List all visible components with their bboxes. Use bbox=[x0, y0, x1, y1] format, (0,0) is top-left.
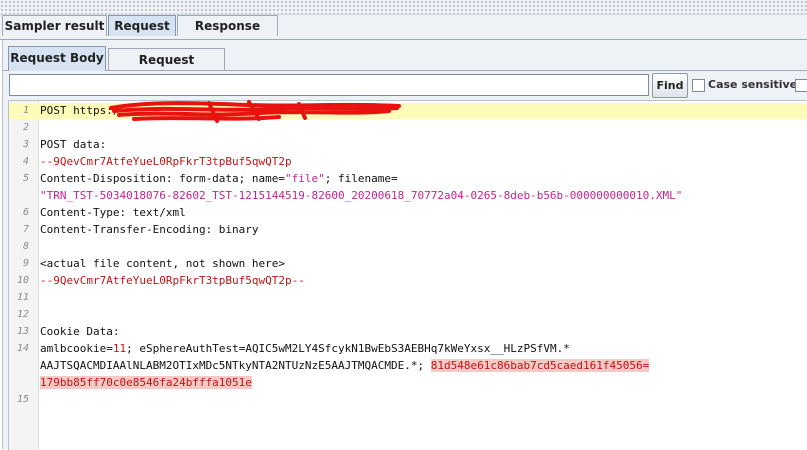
code-text: Content-Disposition: form-data; name="fi… bbox=[40, 171, 398, 187]
case-sensitive-label: Case sensitive bbox=[708, 78, 798, 91]
code-text: --9QevCmr7AtfeYueL0RpFkrT3tpBuf5qwQT2p bbox=[40, 154, 292, 170]
code-token: ; filename= bbox=[324, 172, 398, 185]
code-line: 12 bbox=[9, 307, 807, 323]
code-line: 2 bbox=[9, 120, 807, 136]
code-line: 1 POST https:/ bbox=[9, 100, 807, 123]
code-line: 7 Content-Transfer-Encoding: binary bbox=[9, 222, 807, 238]
code-token: Cookie Data: bbox=[40, 325, 120, 338]
code-text: AAJTSQACMDIAAlNLABM2OTIxMDc5NTkyNTA2NTUz… bbox=[40, 358, 650, 374]
code-token: POST data: bbox=[40, 138, 107, 151]
search-bar: Find Case sensitive bbox=[9, 73, 807, 99]
code-line: 5 Content-Disposition: form-data; name="f… bbox=[9, 171, 807, 187]
line-number: 4 bbox=[22, 156, 29, 167]
code-token: amlbcookie= bbox=[40, 342, 113, 355]
line-number: 8 bbox=[22, 241, 29, 252]
code-line: 15 bbox=[9, 392, 807, 408]
search-input[interactable] bbox=[9, 74, 649, 96]
code-text: Content-Type: text/xml bbox=[40, 205, 186, 221]
code-token: "TRN_TST-5034018076-82602_TST-1215144519… bbox=[40, 189, 683, 202]
code-text: amlbcookie=11; eSphereAuthTest=AQIC5wM2L… bbox=[40, 341, 570, 357]
code-line: "TRN_TST-5034018076-82602_TST-1215144519… bbox=[9, 188, 807, 204]
code-token: --9QevCmr7AtfeYueL0RpFkrT3tpBuf5qwQT2p-- bbox=[40, 274, 305, 287]
code-line: 9 <actual file content, not shown here> bbox=[9, 256, 807, 272]
line-number: 10 bbox=[16, 275, 29, 286]
case-sensitive-checkbox[interactable] bbox=[692, 79, 705, 92]
code-line: 11 bbox=[9, 290, 807, 306]
code-line: 6 Content-Type: text/xml bbox=[9, 205, 807, 221]
code-text: <actual file content, not shown here> bbox=[40, 256, 285, 272]
code-text: POST data: bbox=[40, 137, 106, 153]
code-line: 14 amlbcookie=11; eSphereAuthTest=AQIC5wM… bbox=[9, 341, 807, 357]
line-number: 3 bbox=[22, 139, 29, 150]
result-tabs: Sampler result Request Response data bbox=[0, 15, 807, 53]
code-text: POST https:/ bbox=[40, 103, 119, 119]
code-token: ; eSphereAuthTest=AQIC5wM2LY4SfcykN1BwEb… bbox=[126, 342, 570, 355]
code-token: AAJTSQACMDIAAlNLABM2OTIxMDc5NTkyNTA2NTUz… bbox=[40, 359, 431, 372]
regex-checkbox[interactable] bbox=[795, 79, 807, 92]
tab-request-headers[interactable]: Request Headers bbox=[108, 48, 225, 89]
code-text: Cookie Data: bbox=[40, 324, 119, 340]
code-token: 81d548e61c86bab7cd5caed161f45056= bbox=[430, 359, 650, 372]
tab-sampler-result[interactable]: Sampler result bbox=[2, 15, 107, 36]
code-token: 11 bbox=[112, 342, 127, 355]
code-token: <actual file content, not shown here> bbox=[40, 257, 286, 270]
line-number: 1 bbox=[22, 105, 29, 116]
tab-request[interactable]: Request bbox=[108, 15, 176, 36]
code-line: 3 POST data: bbox=[9, 137, 807, 153]
code-token: POST https:/ bbox=[40, 104, 120, 117]
line-number: 5 bbox=[22, 173, 29, 184]
tab-request-body[interactable]: Request Body bbox=[8, 46, 106, 71]
code-line: 4 --9QevCmr7AtfeYueL0RpFkrT3tpBuf5qwQT2p bbox=[9, 154, 807, 170]
line-number: 11 bbox=[16, 292, 29, 303]
request-body-editor[interactable]: 1 POST https:/ 2 3 POST data: 4 --9QevCmr7Atfe… bbox=[8, 100, 807, 450]
code-line: 13 Cookie Data: bbox=[9, 324, 807, 340]
code-text: 179bb85ff70c0e8546fa24bfffa1051e bbox=[40, 375, 252, 391]
window-title-grip bbox=[0, 0, 807, 15]
code-token: Content-Disposition: form-data; name= bbox=[40, 172, 286, 185]
request-panel: Request Body Request Headers Find Case s… bbox=[2, 40, 807, 450]
code-token: --9QevCmr7AtfeYueL0RpFkrT3tpBuf5qwQT2p bbox=[40, 155, 292, 168]
line-number: 9 bbox=[22, 258, 29, 269]
code-token: 179bb85ff70c0e8546fa24bfffa1051e bbox=[40, 376, 252, 389]
line-number: 6 bbox=[22, 207, 29, 218]
find-button[interactable]: Find bbox=[652, 73, 688, 98]
code-token: "file" bbox=[285, 172, 325, 185]
code-text: "TRN_TST-5034018076-82602_TST-1215144519… bbox=[40, 188, 682, 204]
line-number: 7 bbox=[22, 224, 29, 235]
code-token: Content-Type: text/xml bbox=[40, 206, 186, 219]
code-text: Content-Transfer-Encoding: binary bbox=[40, 222, 259, 238]
tab-response-data[interactable]: Response data bbox=[177, 15, 278, 53]
code-token: Content-Transfer-Encoding: binary bbox=[40, 223, 259, 236]
line-number: 15 bbox=[16, 394, 29, 405]
code-line: 8 bbox=[9, 239, 807, 255]
code-line: 10 --9QevCmr7AtfeYueL0RpFkrT3tpBuf5qwQT2p… bbox=[9, 273, 807, 289]
line-number: 12 bbox=[16, 309, 29, 320]
line-number: 2 bbox=[22, 122, 29, 133]
code-text: --9QevCmr7AtfeYueL0RpFkrT3tpBuf5qwQT2p-- bbox=[40, 273, 305, 289]
code-line: AAJTSQACMDIAAlNLABM2OTIxMDc5NTkyNTA2NTUz… bbox=[9, 358, 807, 374]
line-number: 13 bbox=[16, 326, 29, 337]
line-number: 14 bbox=[16, 343, 29, 354]
request-subtabs: Request Body Request Headers bbox=[3, 46, 807, 89]
code-line: 179bb85ff70c0e8546fa24bfffa1051e bbox=[9, 375, 807, 391]
